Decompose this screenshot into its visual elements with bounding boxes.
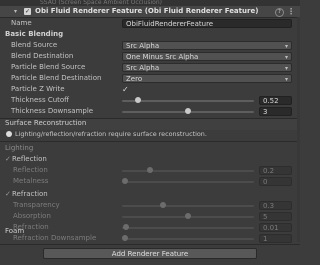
metalness-field[interactable]: 0: [259, 177, 292, 186]
basic-blending-header-row: Basic Blending: [0, 29, 300, 40]
divider: [0, 141, 300, 142]
metalness-row: Metalness 0: [0, 176, 300, 187]
refraction-amount-row: Refraction 0.01: [0, 222, 300, 233]
feature-title: Obi Fluid Renderer Feature (Obi Fluid Re…: [35, 7, 259, 15]
blend-source-value: Src Alpha: [126, 42, 160, 50]
name-field[interactable]: ObiFluidRendererFeature: [122, 19, 292, 28]
metalness-slider-knob[interactable]: [122, 178, 128, 184]
name-row: Name ObiFluidRendererFeature: [0, 18, 300, 29]
dropdown-arrow-icon: ▾: [284, 54, 288, 61]
particle-blend-source-row: Particle Blend Source Src Alpha ▾: [0, 62, 300, 73]
blend-destination-row: Blend Destination One Minus Src Alpha ▾: [0, 51, 300, 62]
thickness-downsample-slider-knob[interactable]: [185, 108, 191, 114]
reflection-amount-slider[interactable]: [122, 170, 254, 172]
reflection-check-icon: ✓: [5, 155, 11, 163]
refraction-toggle-label: Refraction: [12, 190, 48, 198]
thickness-downsample-row: Thickness Downsample 3: [0, 106, 300, 117]
feature-enabled-checkbox[interactable]: ✓: [24, 8, 31, 15]
refraction-downsample-row: Refraction Downsample 1: [0, 233, 300, 244]
particle-blend-destination-dropdown[interactable]: Zero ▾: [122, 74, 292, 83]
feature-header[interactable]: ▾ ✓ Obi Fluid Renderer Feature (Obi Flui…: [0, 6, 300, 18]
lighting-header: Lighting: [5, 144, 34, 152]
refraction-downsample-field[interactable]: 1: [259, 234, 292, 243]
dropdown-arrow-icon: ▾: [284, 65, 288, 72]
surface-reconstruction-header[interactable]: Surface Reconstruction: [5, 118, 86, 129]
reflection-toggle-label: Reflection: [12, 155, 47, 163]
basic-blending-header: Basic Blending: [5, 30, 64, 38]
blend-source-dropdown[interactable]: Src Alpha ▾: [122, 41, 292, 50]
transparency-row: Transparency 0.3: [0, 200, 300, 211]
particle-blend-destination-row: Particle Blend Destination Zero ▾: [0, 73, 300, 84]
refraction-amount-slider-knob[interactable]: [123, 224, 130, 230]
add-renderer-feature-button[interactable]: Add Renderer Feature: [43, 248, 257, 259]
thickness-downsample-label: Thickness Downsample: [11, 107, 94, 115]
kebab-menu-icon[interactable]: ⋮: [287, 6, 295, 17]
thickness-cutoff-slider-knob[interactable]: [134, 97, 141, 103]
transparency-field[interactable]: 0.3: [259, 201, 292, 210]
thickness-cutoff-row: Thickness Cutoff 0.52: [0, 95, 300, 106]
absorption-label: Absorption: [13, 212, 51, 220]
refraction-amount-slider[interactable]: [122, 227, 254, 229]
blend-destination-dropdown[interactable]: One Minus Src Alpha ▾: [122, 52, 292, 61]
refraction-downsample-label: Refraction Downsample: [13, 234, 97, 242]
name-label: Name: [11, 19, 32, 27]
dropdown-arrow-icon: ▾: [284, 43, 288, 50]
blend-source-label: Blend Source: [11, 41, 58, 49]
reflection-toggle[interactable]: ✓Reflection: [5, 154, 47, 165]
info-icon: [6, 131, 12, 137]
particle-blend-source-value: Src Alpha: [126, 64, 160, 72]
reflection-toggle-row: ✓Reflection: [0, 154, 300, 165]
absorption-slider-knob[interactable]: [185, 213, 191, 219]
collapse-arrow-icon[interactable]: ▾: [14, 6, 17, 17]
particle-blend-destination-label: Particle Blend Destination: [11, 74, 102, 82]
metalness-label: Metalness: [13, 177, 49, 185]
absorption-field[interactable]: 5: [259, 212, 292, 221]
surface-reconstruction-header-row: Surface Reconstruction: [0, 118, 300, 129]
foam-header[interactable]: Foam: [5, 226, 24, 237]
lighting-header-row: Lighting: [0, 143, 300, 154]
transparency-slider-knob[interactable]: [159, 202, 166, 208]
refraction-downsample-slider[interactable]: [122, 238, 254, 240]
reflection-amount-label: Reflection: [13, 166, 48, 174]
reflection-amount-field[interactable]: 0.2: [259, 166, 292, 175]
thickness-cutoff-field[interactable]: 0.52: [259, 96, 292, 105]
surface-info-text: Lighting/reflection/refraction require s…: [15, 130, 207, 138]
scrollbar[interactable]: [297, 17, 300, 242]
particle-z-write-checkbox[interactable]: ✓: [122, 85, 131, 94]
blend-destination-value: One Minus Src Alpha: [126, 53, 199, 61]
blend-source-row: Blend Source Src Alpha ▾: [0, 40, 300, 51]
blend-destination-label: Blend Destination: [11, 52, 74, 60]
particle-z-write-row: Particle Z Write ✓: [0, 84, 300, 95]
transparency-slider[interactable]: [122, 205, 254, 207]
particle-blend-source-label: Particle Blend Source: [11, 63, 86, 71]
particle-blend-destination-value: Zero: [126, 75, 143, 83]
thickness-downsample-field[interactable]: 3: [259, 107, 292, 116]
particle-blend-source-dropdown[interactable]: Src Alpha ▾: [122, 63, 292, 72]
reflection-amount-slider-knob[interactable]: [147, 167, 154, 173]
reflection-amount-row: Reflection 0.2: [0, 165, 300, 176]
particle-z-write-label: Particle Z Write: [11, 85, 65, 93]
refraction-toggle[interactable]: ✓Refraction: [5, 189, 48, 200]
thickness-cutoff-slider[interactable]: [122, 100, 254, 102]
refraction-downsample-slider-knob[interactable]: [122, 235, 128, 241]
metalness-slider[interactable]: [122, 181, 254, 183]
absorption-row: Absorption 5: [0, 211, 300, 222]
thickness-cutoff-label: Thickness Cutoff: [11, 96, 69, 104]
dropdown-arrow-icon: ▾: [284, 76, 288, 83]
refraction-check-icon: ✓: [5, 190, 11, 198]
help-icon[interactable]: ?: [275, 8, 284, 17]
transparency-label: Transparency: [13, 201, 60, 209]
refraction-amount-field[interactable]: 0.01: [259, 223, 292, 232]
surface-info-message: Lighting/reflection/refraction require s…: [6, 129, 207, 139]
refraction-toggle-row: ✓Refraction: [0, 189, 300, 200]
